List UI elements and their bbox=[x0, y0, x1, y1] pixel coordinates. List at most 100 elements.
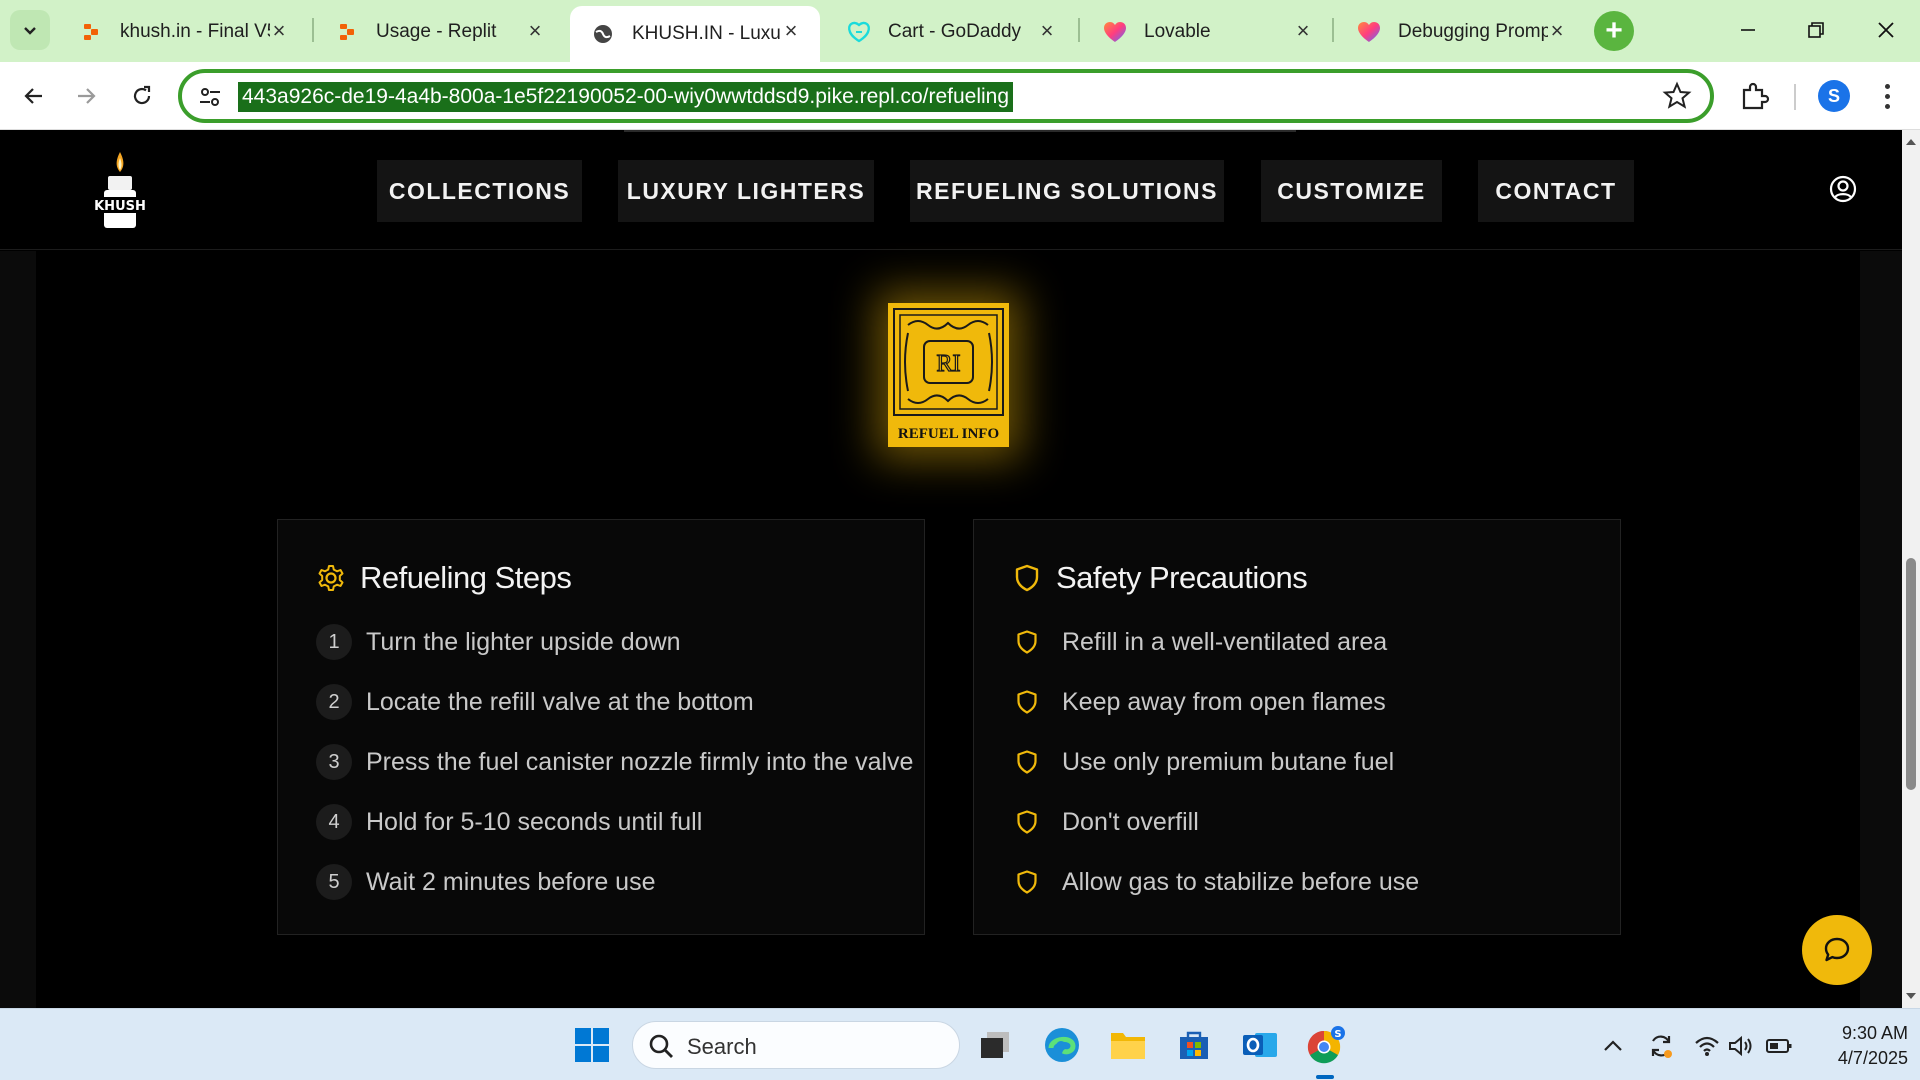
file-explorer-button[interactable] bbox=[1106, 1023, 1150, 1067]
close-tab-icon[interactable]: × bbox=[1546, 20, 1568, 42]
system-clock[interactable]: 9:30 AM 4/7/2025 bbox=[1800, 1021, 1908, 1071]
tab-title: Lovable bbox=[1144, 21, 1211, 42]
precaution-row: Don't overfill bbox=[1012, 802, 1199, 842]
address-bar[interactable]: 443a926c-de19-4a4b-800a-1e5f22190052-00-… bbox=[178, 69, 1714, 123]
wifi-icon bbox=[1695, 1036, 1719, 1056]
card-title: Safety Precautions bbox=[1056, 560, 1308, 595]
close-tab-icon[interactable]: × bbox=[780, 20, 802, 42]
safety-precautions-card: Safety Precautions Refill in a well-vent… bbox=[973, 519, 1621, 935]
shield-icon bbox=[1017, 750, 1037, 774]
close-tab-icon[interactable]: × bbox=[1036, 20, 1058, 42]
tab-title: KHUSH.IN - Luxury bbox=[632, 23, 782, 44]
tab-debugging-prompt[interactable]: Debugging Promp × bbox=[1336, 6, 1586, 58]
sync-tray-button[interactable] bbox=[1646, 1031, 1676, 1061]
tab-title: Usage - Replit bbox=[376, 21, 497, 42]
browser-menu-button[interactable] bbox=[1872, 78, 1902, 114]
godaddy-icon bbox=[846, 19, 872, 45]
close-tab-icon[interactable]: × bbox=[268, 20, 290, 42]
edge-browser-icon bbox=[1045, 1028, 1079, 1062]
step-text: Locate the refill valve at the bottom bbox=[366, 687, 754, 716]
tab-search-button[interactable] bbox=[10, 10, 50, 50]
new-tab-button[interactable]: + bbox=[1594, 11, 1634, 51]
show-hidden-icons-button[interactable] bbox=[1598, 1031, 1628, 1061]
chevron-down-icon bbox=[24, 27, 36, 35]
bookmark-star-icon[interactable] bbox=[1662, 81, 1692, 111]
profile-avatar[interactable]: S bbox=[1818, 80, 1850, 112]
edge-taskbar-button[interactable] bbox=[1040, 1023, 1084, 1067]
nav-customize[interactable]: CUSTOMIZE bbox=[1261, 160, 1442, 222]
precaution-text: Allow gas to stabilize before use bbox=[1062, 867, 1420, 896]
step-text: Wait 2 minutes before use bbox=[366, 867, 656, 896]
task-view-button[interactable] bbox=[974, 1023, 1018, 1067]
nav-luxury-lighters[interactable]: LUXURY LIGHTERS bbox=[618, 160, 874, 222]
search-icon bbox=[649, 1034, 673, 1058]
tab-khush-luxury[interactable]: KHUSH.IN - Luxury × bbox=[570, 6, 820, 62]
restore-button[interactable] bbox=[1792, 10, 1840, 50]
microsoft-store-button[interactable] bbox=[1172, 1023, 1216, 1067]
step-row: 4 Hold for 5-10 seconds until full bbox=[316, 802, 702, 842]
extensions-puzzle-icon[interactable] bbox=[1736, 78, 1772, 114]
replit-icon bbox=[78, 19, 104, 45]
minimize-button[interactable] bbox=[1724, 10, 1772, 50]
tab-strip: khush.in - Final V5 × Usage - Replit × K… bbox=[0, 0, 1920, 62]
scroll-up-icon[interactable] bbox=[1905, 136, 1917, 148]
chrome-icon: S bbox=[1307, 1026, 1345, 1064]
lovable-heart-icon bbox=[1356, 19, 1382, 45]
page-scrollbar[interactable] bbox=[1902, 130, 1920, 1008]
precaution-row: Allow gas to stabilize before use bbox=[1012, 862, 1419, 902]
start-button[interactable] bbox=[570, 1023, 614, 1067]
page-viewport: KHUSH COLLECTIONS LUXURY LIGHTERS REFUEL… bbox=[0, 130, 1902, 1008]
tab-title: Debugging Promp bbox=[1398, 21, 1548, 42]
active-app-indicator bbox=[1316, 1075, 1334, 1079]
precaution-text: Keep away from open flames bbox=[1062, 687, 1386, 716]
step-number: 3 bbox=[316, 744, 352, 780]
toolbar-divider bbox=[1794, 84, 1796, 110]
tab-title: Cart - GoDaddy bbox=[888, 21, 1022, 42]
nav-refueling-solutions[interactable]: REFUELING SOLUTIONS bbox=[910, 160, 1224, 222]
logo-wordmark: KHUSH bbox=[94, 199, 146, 214]
step-number: 5 bbox=[316, 864, 352, 900]
scroll-down-icon[interactable] bbox=[1905, 990, 1917, 1002]
chrome-taskbar-button[interactable]: S bbox=[1304, 1023, 1348, 1067]
user-account-icon[interactable] bbox=[1828, 174, 1858, 204]
header-strip bbox=[624, 130, 1296, 132]
tab-divider bbox=[1078, 18, 1080, 42]
outlook-button[interactable] bbox=[1238, 1023, 1282, 1067]
nav-collections[interactable]: COLLECTIONS bbox=[377, 160, 582, 222]
nav-contact[interactable]: CONTACT bbox=[1478, 160, 1634, 222]
chat-button[interactable] bbox=[1802, 915, 1872, 985]
precaution-row: Refill in a well-ventilated area bbox=[1012, 622, 1387, 662]
arrow-left-icon bbox=[24, 88, 42, 104]
tab-lovable[interactable]: Lovable × bbox=[1082, 6, 1332, 58]
step-row: 2 Locate the refill valve at the bottom bbox=[316, 682, 754, 722]
battery-tray-button[interactable] bbox=[1764, 1031, 1794, 1061]
reload-button[interactable] bbox=[122, 76, 162, 116]
step-number: 2 bbox=[316, 684, 352, 720]
wifi-tray-button[interactable] bbox=[1692, 1031, 1722, 1061]
khush-lighter-logo[interactable]: KHUSH bbox=[88, 150, 152, 230]
right-gutter bbox=[1860, 251, 1902, 1008]
close-tab-icon[interactable]: × bbox=[524, 20, 546, 42]
card-title: Refueling Steps bbox=[360, 560, 572, 595]
windows-logo-icon bbox=[575, 1028, 609, 1062]
tab-usage-replit[interactable]: Usage - Replit × bbox=[314, 6, 564, 58]
site-settings-icon[interactable] bbox=[196, 83, 224, 111]
tab-godaddy-cart[interactable]: Cart - GoDaddy × bbox=[826, 6, 1076, 58]
precaution-row: Keep away from open flames bbox=[1012, 682, 1386, 722]
taskbar-search[interactable]: Search bbox=[632, 1021, 960, 1069]
globe-icon bbox=[590, 21, 616, 47]
refueling-steps-card: Refueling Steps 1 Turn the lighter upside… bbox=[277, 519, 925, 935]
url-text[interactable]: 443a926c-de19-4a4b-800a-1e5f22190052-00-… bbox=[238, 82, 1014, 112]
speaker-icon bbox=[1729, 1035, 1752, 1057]
tab-khush-final[interactable]: khush.in - Final V5 × bbox=[58, 6, 308, 58]
close-window-button[interactable] bbox=[1862, 10, 1910, 50]
forward-button[interactable] bbox=[66, 76, 106, 116]
sync-icon bbox=[1651, 1035, 1672, 1058]
search-placeholder: Search bbox=[687, 1034, 757, 1059]
scrollbar-thumb[interactable] bbox=[1906, 558, 1916, 790]
volume-tray-button[interactable] bbox=[1726, 1031, 1756, 1061]
back-button[interactable] bbox=[14, 76, 54, 116]
close-tab-icon[interactable]: × bbox=[1292, 20, 1314, 42]
card-header: Refueling Steps bbox=[316, 560, 572, 596]
browser-toolbar: 443a926c-de19-4a4b-800a-1e5f22190052-00-… bbox=[0, 62, 1920, 130]
